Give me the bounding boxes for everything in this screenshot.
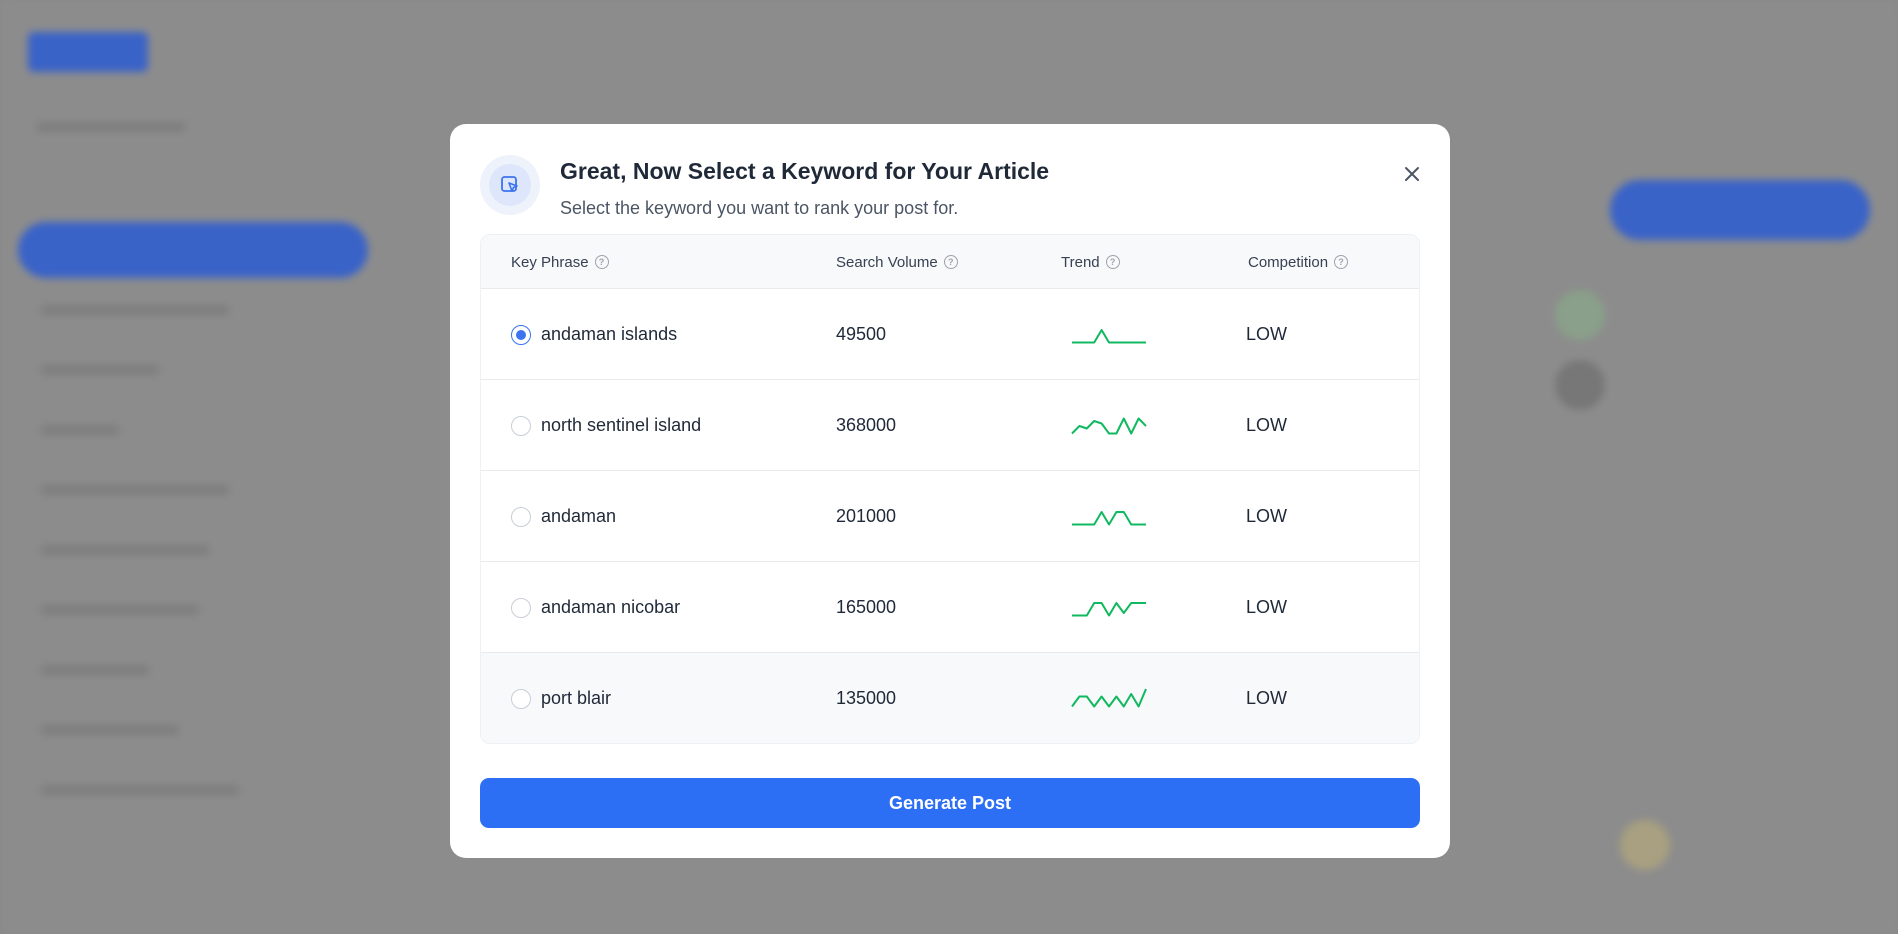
trend-sparkline [1071,380,1147,471]
keyword-cell: andaman [511,471,616,562]
search-volume-value: 165000 [836,597,897,617]
trend-sparkline [1071,562,1147,653]
trend-sparkline [1071,653,1147,743]
keyword-radio[interactable] [511,506,531,527]
search-volume-value: 49500 [836,324,887,344]
search-volume-value: 368000 [836,415,897,435]
trend-line [1071,417,1147,434]
keyword-text: port blair [541,688,612,708]
question-circle-icon[interactable]: ? [1334,255,1349,269]
search-volume-value: 201000 [836,506,897,526]
keyword-radio[interactable] [511,597,531,618]
question-circle-icon[interactable]: ? [943,255,958,269]
question-circle-icon[interactable]: ? [1105,255,1120,269]
keyword-cell: andaman islands [511,289,677,380]
trend-line [1072,510,1146,525]
table-row[interactable]: port blair 135000 LOW [481,653,1419,743]
generate-post-button[interactable]: Generate Post [480,778,1420,828]
modal-title: Great, Now Select a Keyword for Your Art… [560,158,1050,184]
keyword-selection-modal: Great, Now Select a Keyword for Your Art… [450,124,1450,858]
trend-line [1071,688,1147,707]
trend-sparkline [1071,289,1147,380]
keyword-cell: port blair [511,653,612,743]
cursor-select-icon [480,155,540,215]
modal-subtitle: Select the keyword you want to rank your… [560,198,959,218]
header-key-phrase-label: Key Phrase [511,253,589,271]
keyword-radio[interactable] [511,415,531,436]
header-competition-label: Competition [1248,253,1329,271]
keyword-radio[interactable] [511,324,531,345]
header-competition: Competition ? [1248,235,1349,289]
header-trend: Trend ? [1061,235,1120,289]
keyword-text: north sentinel island [541,415,702,435]
competition-value: LOW [1246,506,1288,526]
trend-sparkline [1071,471,1147,562]
search-volume-value: 135000 [836,688,897,708]
question-circle-icon[interactable]: ? [594,255,609,269]
competition-value: LOW [1246,688,1288,708]
keyword-text: andaman [541,506,617,526]
keyword-text: andaman nicobar [541,597,681,617]
competition-value: LOW [1246,324,1288,344]
close-icon[interactable] [1398,160,1426,188]
trend-line [1072,601,1146,616]
keyword-cell: andaman nicobar [511,562,680,653]
keyword-text: andaman islands [541,324,678,344]
table-row[interactable]: north sentinel island 368000 LOW [481,380,1419,471]
header-search-volume: Search Volume ? [836,235,958,289]
keyword-table: Key Phrase ? Search Volume ? Trend ? Com… [480,234,1420,744]
header-search-volume-label: Search Volume [836,253,938,271]
header-key-phrase: Key Phrase ? [511,235,609,289]
keyword-radio[interactable] [511,688,531,709]
table-row[interactable]: andaman nicobar 165000 LOW [481,562,1419,653]
competition-value: LOW [1246,597,1288,617]
trend-line [1072,328,1146,343]
table-row[interactable]: andaman islands 49500 LOW [481,289,1419,380]
table-row[interactable]: andaman 201000 LOW [481,471,1419,562]
competition-value: LOW [1246,415,1288,435]
keyword-cell: north sentinel island [511,380,701,471]
table-header: Key Phrase ? Search Volume ? Trend ? Com… [481,235,1419,289]
header-trend-label: Trend [1061,253,1100,271]
